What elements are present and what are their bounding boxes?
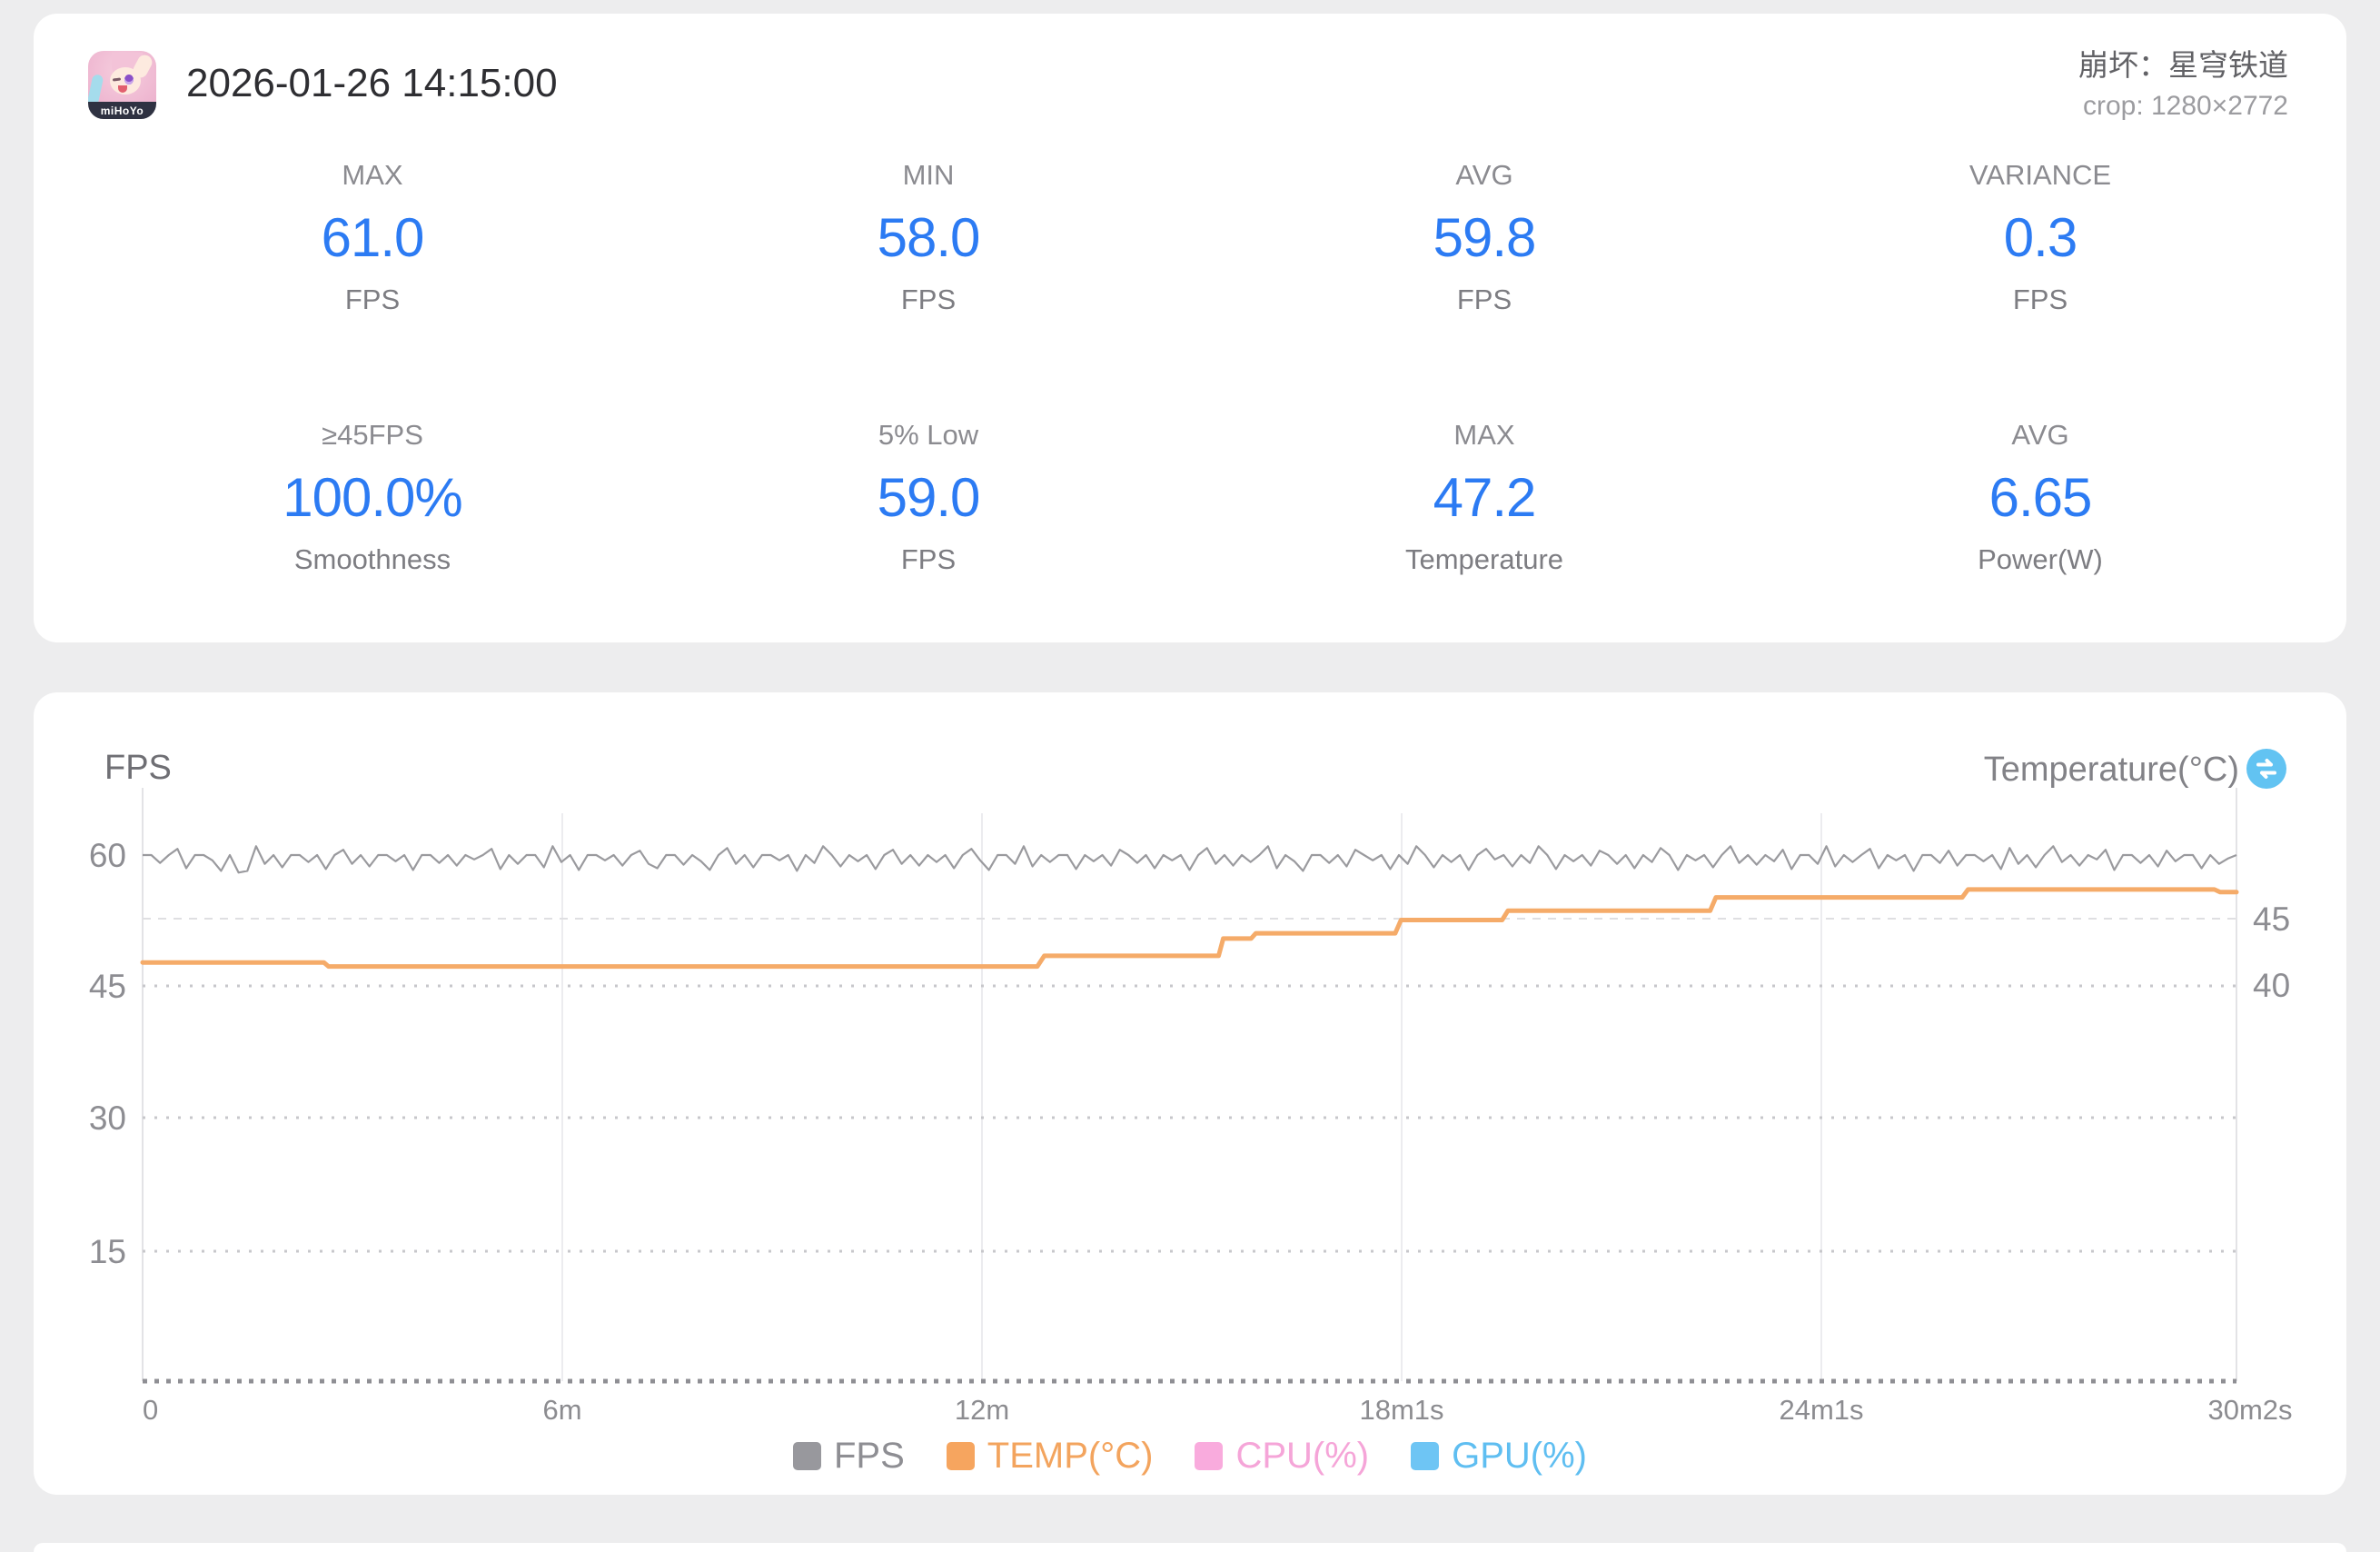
stat-5pct-low: 5% Low 59.0 FPS xyxy=(650,419,1206,576)
stat-unit: FPS xyxy=(1762,284,2318,316)
svg-text:0: 0 xyxy=(143,1394,158,1426)
svg-text:60: 60 xyxy=(89,837,126,874)
legend-item-gpu[interactable]: GPU(%) xyxy=(1411,1436,1587,1477)
record-timestamp: 2026-01-26 14:15:00 xyxy=(186,61,558,106)
stat-value: 0.3 xyxy=(1762,206,2318,269)
chart-legend: FPS TEMP(°C) CPU(%) GPU(%) xyxy=(34,1436,2346,1477)
stat-value: 59.0 xyxy=(650,466,1206,529)
legend-item-fps[interactable]: FPS xyxy=(793,1436,905,1477)
stat-unit: Temperature xyxy=(1206,543,1762,576)
stat-value: 47.2 xyxy=(1206,466,1762,529)
stat-label: AVG xyxy=(1206,159,1762,192)
stats-grid: MAX 61.0 FPS MIN 58.0 FPS AVG 59.8 FPS V… xyxy=(94,159,2318,576)
svg-text:45: 45 xyxy=(89,968,126,1005)
svg-text:6m: 6m xyxy=(542,1394,581,1426)
legend-item-cpu[interactable]: CPU(%) xyxy=(1195,1436,1369,1477)
stat-label: ≥45FPS xyxy=(94,419,650,452)
stat-unit: FPS xyxy=(650,543,1206,576)
fps-legend-swatch xyxy=(793,1442,821,1470)
fps-temperature-chart-card: FPS Temperature(°C) 60453015454006m12m18… xyxy=(34,692,2346,1495)
stat-label: MIN xyxy=(650,159,1206,192)
crop-info: crop: 1280×2772 xyxy=(2078,89,2288,124)
stat-label: 5% Low xyxy=(650,419,1206,452)
gpu-legend-swatch xyxy=(1411,1442,1439,1470)
stat-unit: Power(W) xyxy=(1762,543,2318,576)
summary-card: miHoYo 2026-01-26 14:15:00 崩坏：星穹铁道 crop:… xyxy=(34,14,2346,642)
stat-max-fps: MAX 61.0 FPS xyxy=(94,159,650,316)
performance-line-chart[interactable]: 60 45 30 15 45 40 0 6m 12m 18m1s 24m1s 30m2s xyxy=(34,692,2346,1495)
stat-avg-fps: AVG 59.8 FPS xyxy=(1206,159,1762,316)
app-icon-art xyxy=(124,75,134,85)
game-title: 崩坏：星穹铁道 xyxy=(2078,46,2288,84)
legend-item-temp[interactable]: TEMP(°C) xyxy=(947,1436,1154,1477)
stat-avg-power: AVG 6.65 Power(W) xyxy=(1762,419,2318,576)
app-icon-brand-text: miHoYo xyxy=(101,104,144,117)
stat-variance-fps: VARIANCE 0.3 FPS xyxy=(1762,159,2318,316)
stat-smoothness: ≥45FPS 100.0% Smoothness xyxy=(94,419,650,576)
stat-value: 61.0 xyxy=(94,206,650,269)
stat-label: MAX xyxy=(94,159,650,192)
stat-unit: FPS xyxy=(94,284,650,316)
svg-text:18m1s: 18m1s xyxy=(1359,1394,1443,1426)
cpu-legend-swatch xyxy=(1195,1442,1223,1470)
svg-text:15: 15 xyxy=(89,1233,126,1270)
stat-label: MAX xyxy=(1206,419,1762,452)
legend-label: GPU(%) xyxy=(1452,1436,1587,1477)
stat-label: VARIANCE xyxy=(1762,159,2318,192)
temp-legend-swatch xyxy=(947,1442,975,1470)
svg-text:30: 30 xyxy=(89,1099,126,1137)
stat-value: 6.65 xyxy=(1762,466,2318,529)
legend-label: TEMP(°C) xyxy=(987,1436,1154,1477)
svg-text:24m1s: 24m1s xyxy=(1779,1394,1863,1426)
stat-min-fps: MIN 58.0 FPS xyxy=(650,159,1206,316)
stat-unit: FPS xyxy=(1206,284,1762,316)
svg-text:45: 45 xyxy=(2253,900,2290,938)
next-card-top-edge xyxy=(34,1543,2346,1552)
svg-text:12m: 12m xyxy=(955,1394,1009,1426)
stat-value: 59.8 xyxy=(1206,206,1762,269)
svg-text:30m2s: 30m2s xyxy=(2207,1394,2292,1426)
legend-label: CPU(%) xyxy=(1235,1436,1369,1477)
stat-value: 100.0% xyxy=(94,466,650,529)
stat-unit: Smoothness xyxy=(94,543,650,576)
game-app-icon[interactable]: miHoYo xyxy=(88,51,156,119)
stat-max-temperature: MAX 47.2 Temperature xyxy=(1206,419,1762,576)
app-icon-brand-band: miHoYo xyxy=(88,102,156,119)
stat-unit: FPS xyxy=(650,284,1206,316)
svg-text:40: 40 xyxy=(2253,967,2290,1004)
stat-label: AVG xyxy=(1762,419,2318,452)
legend-label: FPS xyxy=(834,1436,905,1477)
stat-value: 58.0 xyxy=(650,206,1206,269)
